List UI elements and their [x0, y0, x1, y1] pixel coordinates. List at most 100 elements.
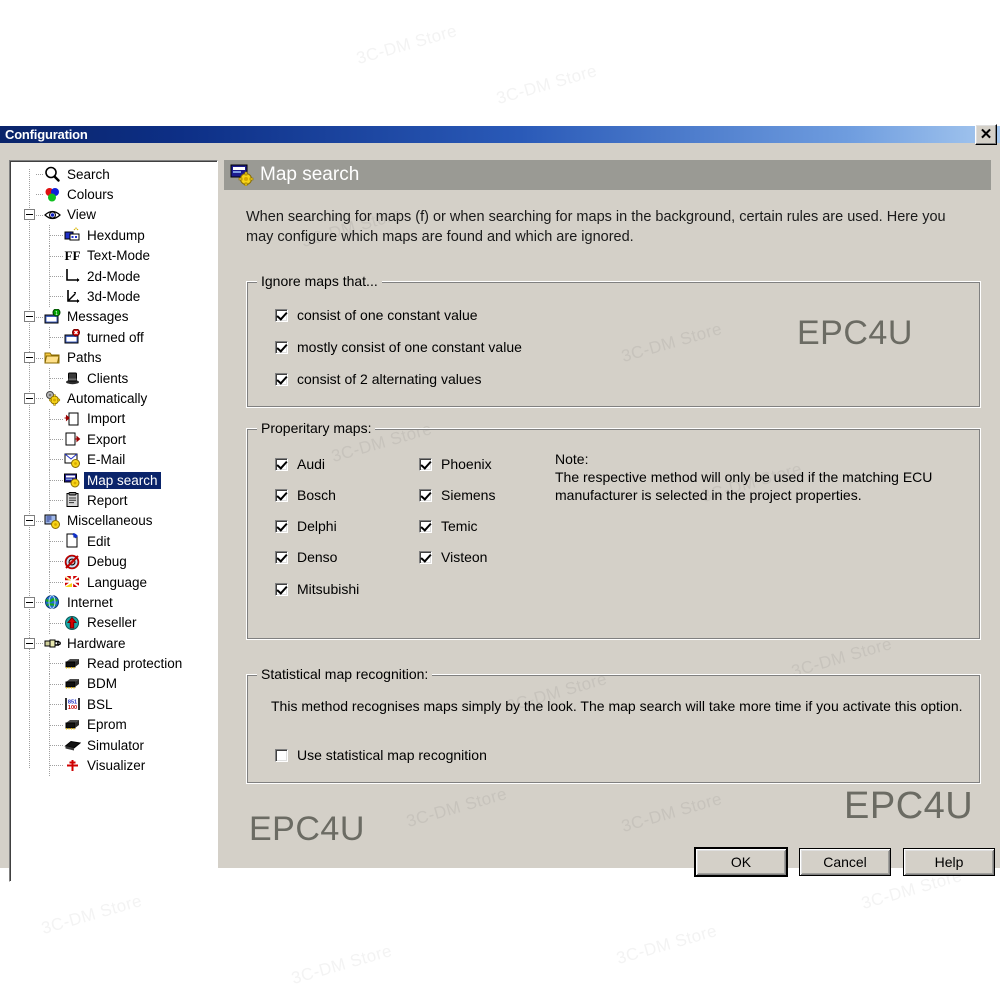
checkbox-mostly-consist-of-one-constant-value[interactable]: mostly consist of one constant value — [275, 339, 522, 355]
svg-text:100: 100 — [68, 705, 77, 711]
sidebar-item-turned-off[interactable]: turned off — [10, 327, 217, 349]
checkbox-delphi[interactable]: Delphi — [275, 518, 337, 534]
checkbox-box[interactable] — [275, 340, 288, 354]
simulator-icon — [64, 737, 81, 753]
sidebar-item-label: Edit — [87, 533, 111, 549]
tree-collapse-icon[interactable] — [24, 637, 35, 649]
sidebar-item-colours[interactable]: Colours — [10, 184, 217, 204]
checkbox-box[interactable] — [275, 550, 288, 564]
sidebar-item-import[interactable]: Import — [10, 408, 217, 430]
messages-icon: 1 — [44, 308, 61, 325]
tree-connector — [50, 275, 64, 277]
checkbox-bosch[interactable]: Bosch — [275, 487, 336, 503]
misc-gear-icon — [44, 513, 61, 529]
sidebar-item-text-mode[interactable]: FF Text-Mode — [10, 245, 217, 267]
sidebar-item-hardware[interactable]: Hardware — [10, 633, 217, 653]
tree-connector — [50, 541, 64, 543]
sidebar-item-eprom[interactable]: Eprom — [10, 714, 217, 736]
checkbox-consist-of-one-constant-value[interactable]: consist of one constant value — [275, 307, 478, 323]
page-header: Map search — [224, 160, 991, 190]
tree-connector — [49, 755, 50, 777]
sidebar-item-visualizer[interactable]: Visualizer — [10, 755, 217, 777]
tree-connector — [49, 367, 50, 389]
checkbox-audi[interactable]: Audi — [275, 456, 325, 472]
tree-collapse-icon[interactable] — [24, 515, 35, 527]
tree-collapse-icon[interactable] — [24, 311, 35, 323]
export-icon — [64, 431, 81, 447]
tree-collapse-icon[interactable] — [24, 352, 35, 364]
checkbox-temic[interactable]: Temic — [419, 518, 478, 534]
sidebar-item-export[interactable]: Export — [10, 429, 217, 451]
sidebar-item-3d-mode[interactable]: 3d-Mode — [10, 286, 217, 308]
checkbox-box[interactable] — [275, 488, 288, 502]
checkbox-box[interactable] — [419, 550, 432, 564]
cancel-button[interactable]: Cancel — [799, 848, 891, 876]
sidebar-item-label: Map search — [83, 470, 162, 490]
sidebar-item-paths[interactable]: Paths — [10, 348, 217, 368]
watermark-brand: EPC4U — [249, 810, 365, 848]
sidebar-item-bdm[interactable]: BDM — [10, 673, 217, 695]
checkbox-box[interactable] — [419, 457, 432, 471]
close-icon[interactable]: ✕ — [975, 124, 997, 145]
tree-collapse-icon[interactable] — [24, 596, 35, 608]
watermark-store: 3C-DM Store — [354, 21, 460, 68]
tree-collapse-icon[interactable] — [24, 209, 35, 221]
tree-connector — [49, 571, 50, 593]
sidebar-item-e-mail[interactable]: E-Mail — [10, 449, 217, 471]
checkbox-denso[interactable]: Denso — [275, 549, 337, 565]
watermark-brand: EPC4U — [844, 785, 974, 827]
sidebar-item-simulator[interactable]: Simulator — [10, 734, 217, 756]
checkbox-label: Phoenix — [441, 456, 492, 472]
tree-collapse-icon[interactable] — [24, 392, 35, 404]
checkbox-phoenix[interactable]: Phoenix — [419, 456, 492, 472]
sidebar-item-debug[interactable]: Debug — [10, 551, 217, 573]
hexdump-icon — [64, 227, 81, 243]
sidebar-item-edit[interactable]: Edit — [10, 531, 217, 553]
sidebar-item-internet[interactable]: Internet — [10, 592, 217, 612]
sidebar-item-language[interactable]: Language — [10, 571, 217, 593]
tree-connector — [50, 418, 64, 420]
sidebar-item-search[interactable]: Search — [10, 164, 217, 184]
checkbox-box[interactable] — [419, 488, 432, 502]
settings-tree[interactable]: Search Colours View Hexdump FF Text-Mode 2d-Mo… — [9, 160, 218, 882]
checkbox-box[interactable] — [275, 372, 288, 386]
checkbox-label: Visteon — [441, 549, 488, 565]
sidebar-item-2d-mode[interactable]: 2d-Mode — [10, 265, 217, 287]
checkbox-use-statistical-map-recognition[interactable]: Use statistical map recognition — [275, 747, 487, 763]
sidebar-item-hexdump[interactable]: Hexdump — [10, 225, 217, 247]
tree-connector — [36, 316, 44, 318]
checkbox-box[interactable] — [275, 457, 288, 471]
sidebar-item-label: Visualizer — [87, 758, 146, 774]
sidebar-item-bsl[interactable]: 851 100 BSL — [10, 694, 217, 716]
sidebar-item-clients[interactable]: Clients — [10, 367, 217, 389]
watermark-brand: EPC4U — [797, 314, 913, 352]
sidebar-item-miscellaneous[interactable]: Miscellaneous — [10, 511, 217, 531]
sidebar-item-automatically[interactable]: Automatically — [10, 388, 217, 408]
checkbox-siemens[interactable]: Siemens — [419, 487, 495, 503]
checkbox-box[interactable] — [275, 748, 288, 762]
sidebar-item-messages[interactable]: 1 Messages — [10, 307, 217, 327]
tree-connector — [50, 581, 64, 583]
sidebar-item-label: 3d-Mode — [87, 289, 141, 305]
sidebar-item-reseller[interactable]: Reseller — [10, 612, 217, 634]
tree-connector — [50, 479, 64, 481]
checkbox-box[interactable] — [275, 308, 288, 322]
sidebar-item-read-protection[interactable]: Read protection — [10, 653, 217, 675]
help-button[interactable]: Help — [903, 848, 995, 876]
sidebar-item-view[interactable]: View — [10, 205, 217, 225]
sidebar-item-label: Paths — [67, 350, 102, 366]
ok-button[interactable]: OK — [695, 848, 787, 876]
tree-connector — [49, 265, 50, 287]
checkbox-mitsubishi[interactable]: Mitsubishi — [275, 581, 359, 597]
checkbox-box[interactable] — [419, 519, 432, 533]
checkbox-box[interactable] — [275, 582, 288, 596]
checkbox-visteon[interactable]: Visteon — [419, 549, 487, 565]
sidebar-item-map-search[interactable]: Map search — [10, 469, 217, 491]
edit-page-icon — [64, 533, 81, 549]
sidebar-item-report[interactable]: Report — [10, 490, 217, 512]
tree-connector — [36, 642, 44, 644]
email-gear-icon — [64, 452, 81, 468]
checkbox-box[interactable] — [275, 519, 288, 533]
checkbox-consist-of-2-alternating-values[interactable]: consist of 2 alternating values — [275, 371, 481, 387]
watermark-store: 3C-DM Store — [494, 61, 600, 108]
